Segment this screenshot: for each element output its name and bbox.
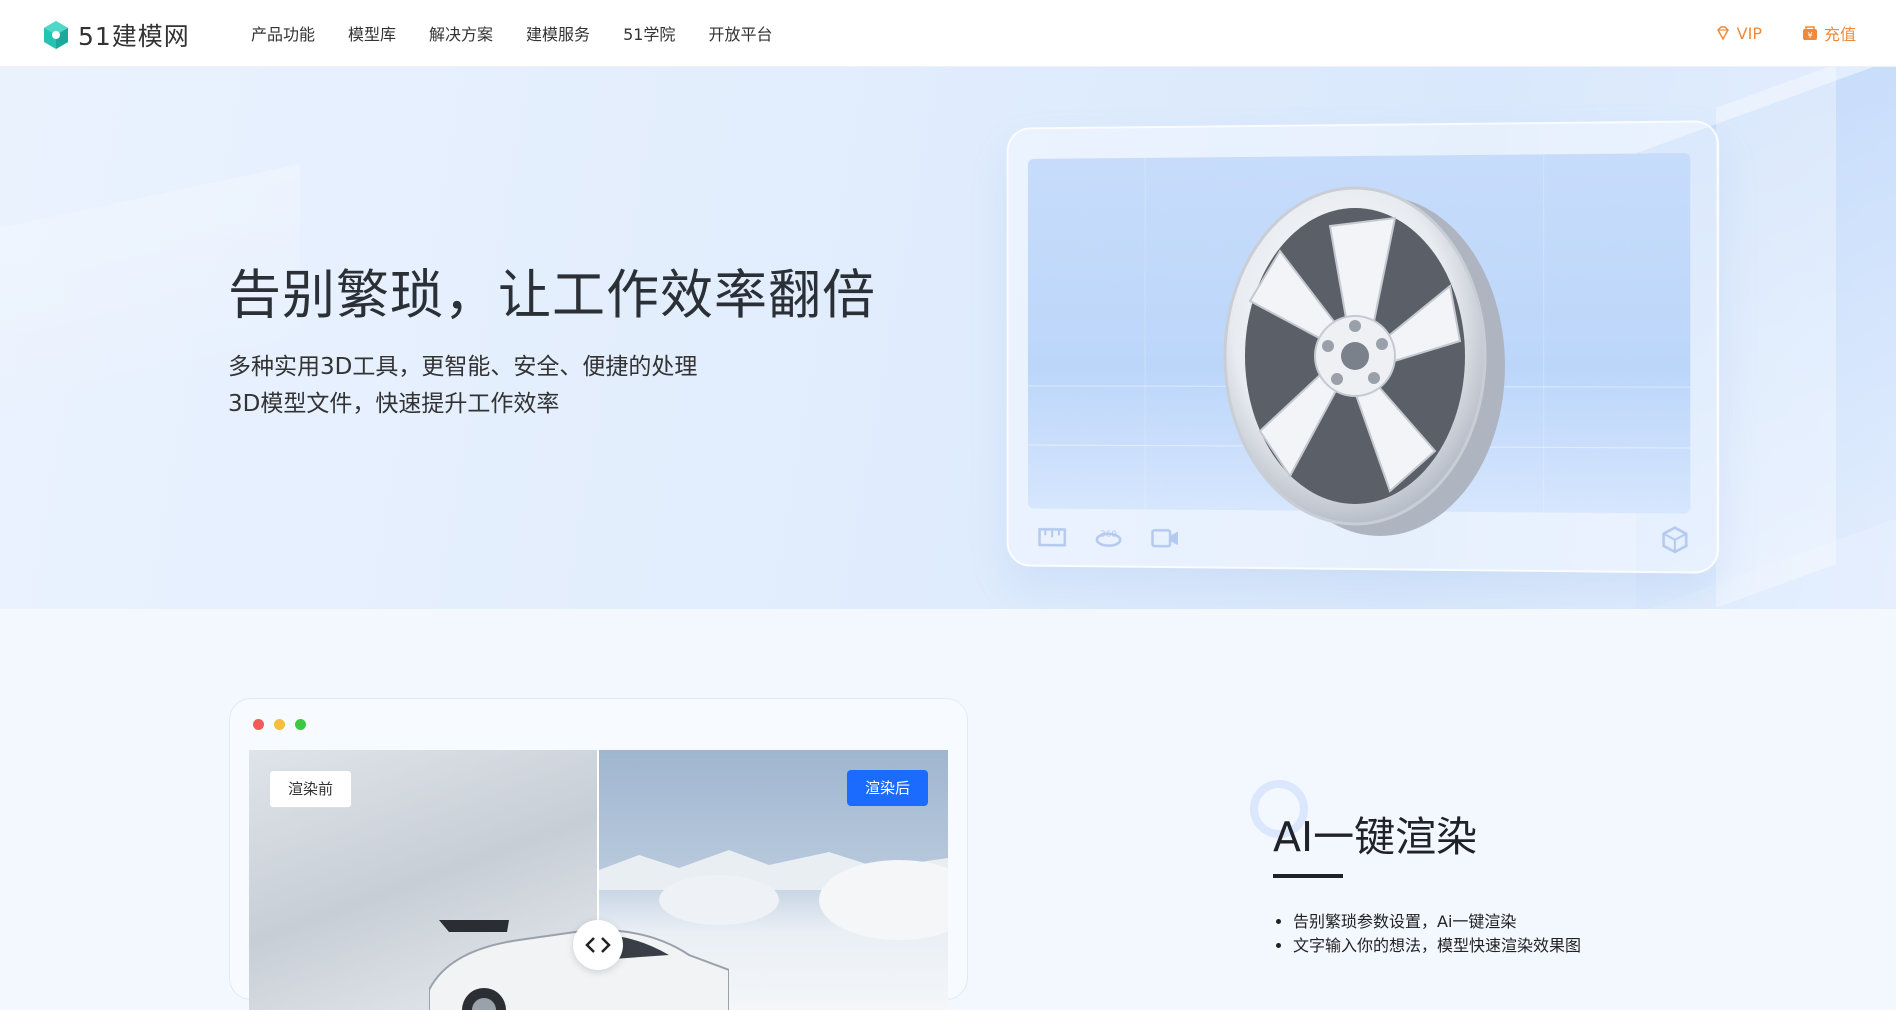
ruler-icon[interactable] (1038, 523, 1067, 551)
window-controls (253, 719, 316, 730)
main-nav: 产品功能 模型库 解决方案 建模服务 51学院 开放平台 (251, 0, 805, 66)
compare-slider-handle[interactable] (573, 920, 623, 970)
hero-subtitle-line: 3D模型文件，快速提升工作效率 (228, 391, 560, 417)
window-minimize-dot (274, 719, 285, 730)
vip-label: VIP (1736, 23, 1762, 43)
nav-item-academy[interactable]: 51学院 (623, 21, 675, 45)
feature-title-underline (1273, 874, 1343, 878)
feature-bullet: 文字输入你的想法，模型快速渲染效果图 (1293, 934, 1581, 958)
wheel-3d-model-image (1223, 186, 1505, 536)
top-navbar: 51建模网 产品功能 模型库 解决方案 建模服务 51学院 开放平台 VIP ¥… (0, 0, 1896, 67)
before-render-tag: 渲染前 (269, 770, 353, 808)
svg-text:360: 360 (1100, 530, 1117, 540)
nav-item-solutions[interactable]: 解决方案 (429, 21, 493, 45)
hero-subtitle: 多种实用3D工具，更智能、安全、便捷的处理 3D模型文件，快速提升工作效率 (228, 349, 697, 423)
nav-item-open-platform[interactable]: 开放平台 (708, 21, 772, 45)
feature-title: AI一键渲染 (1273, 813, 1478, 861)
hero-decoration (1716, 66, 1836, 608)
after-render-tag: 渲染后 (846, 770, 928, 806)
nav-item-modeling-service[interactable]: 建模服务 (526, 21, 590, 45)
hero-section: 告别繁琐，让工作效率翻倍 多种实用3D工具，更智能、安全、便捷的处理 3D模型文… (0, 66, 1896, 609)
logo-icon (44, 21, 68, 49)
recharge-link[interactable]: ¥ 充值 (1802, 21, 1856, 45)
feature-bullet: 告别繁琐参数设置，Ai一键渲染 (1293, 910, 1581, 934)
feature-bullet-list: 告别繁琐参数设置，Ai一键渲染 文字输入你的想法，模型快速渲染效果图 (1273, 910, 1581, 958)
diamond-icon (1716, 26, 1729, 41)
rotate-360-icon[interactable]: 360 (1094, 524, 1123, 552)
nav-item-products[interactable]: 产品功能 (251, 21, 315, 45)
hero-title: 告别繁琐，让工作效率翻倍 (228, 265, 876, 326)
wallet-icon: ¥ (1802, 26, 1817, 40)
chevron-left-right-icon (585, 937, 611, 953)
render-compare-window: 渲染前 渲染后 (229, 698, 968, 1010)
cube-download-icon[interactable] (1659, 524, 1690, 555)
recharge-label: 充值 (1823, 25, 1856, 44)
vip-link[interactable]: VIP (1715, 24, 1762, 43)
svg-text:¥: ¥ (1807, 31, 1812, 40)
window-maximize-dot (295, 719, 306, 730)
nav-item-model-library[interactable]: 模型库 (348, 21, 396, 45)
window-close-dot (253, 719, 264, 730)
brand-logo[interactable]: 51建模网 (40, 17, 190, 53)
top-right-actions: VIP ¥ 充值 (1675, 0, 1856, 66)
render-compare-preview: 渲染前 渲染后 (249, 750, 948, 1010)
brand-name: 51建模网 (78, 22, 190, 51)
video-camera-icon[interactable] (1151, 524, 1180, 552)
hero-subtitle-line: 多种实用3D工具，更智能、安全、便捷的处理 (228, 354, 698, 380)
